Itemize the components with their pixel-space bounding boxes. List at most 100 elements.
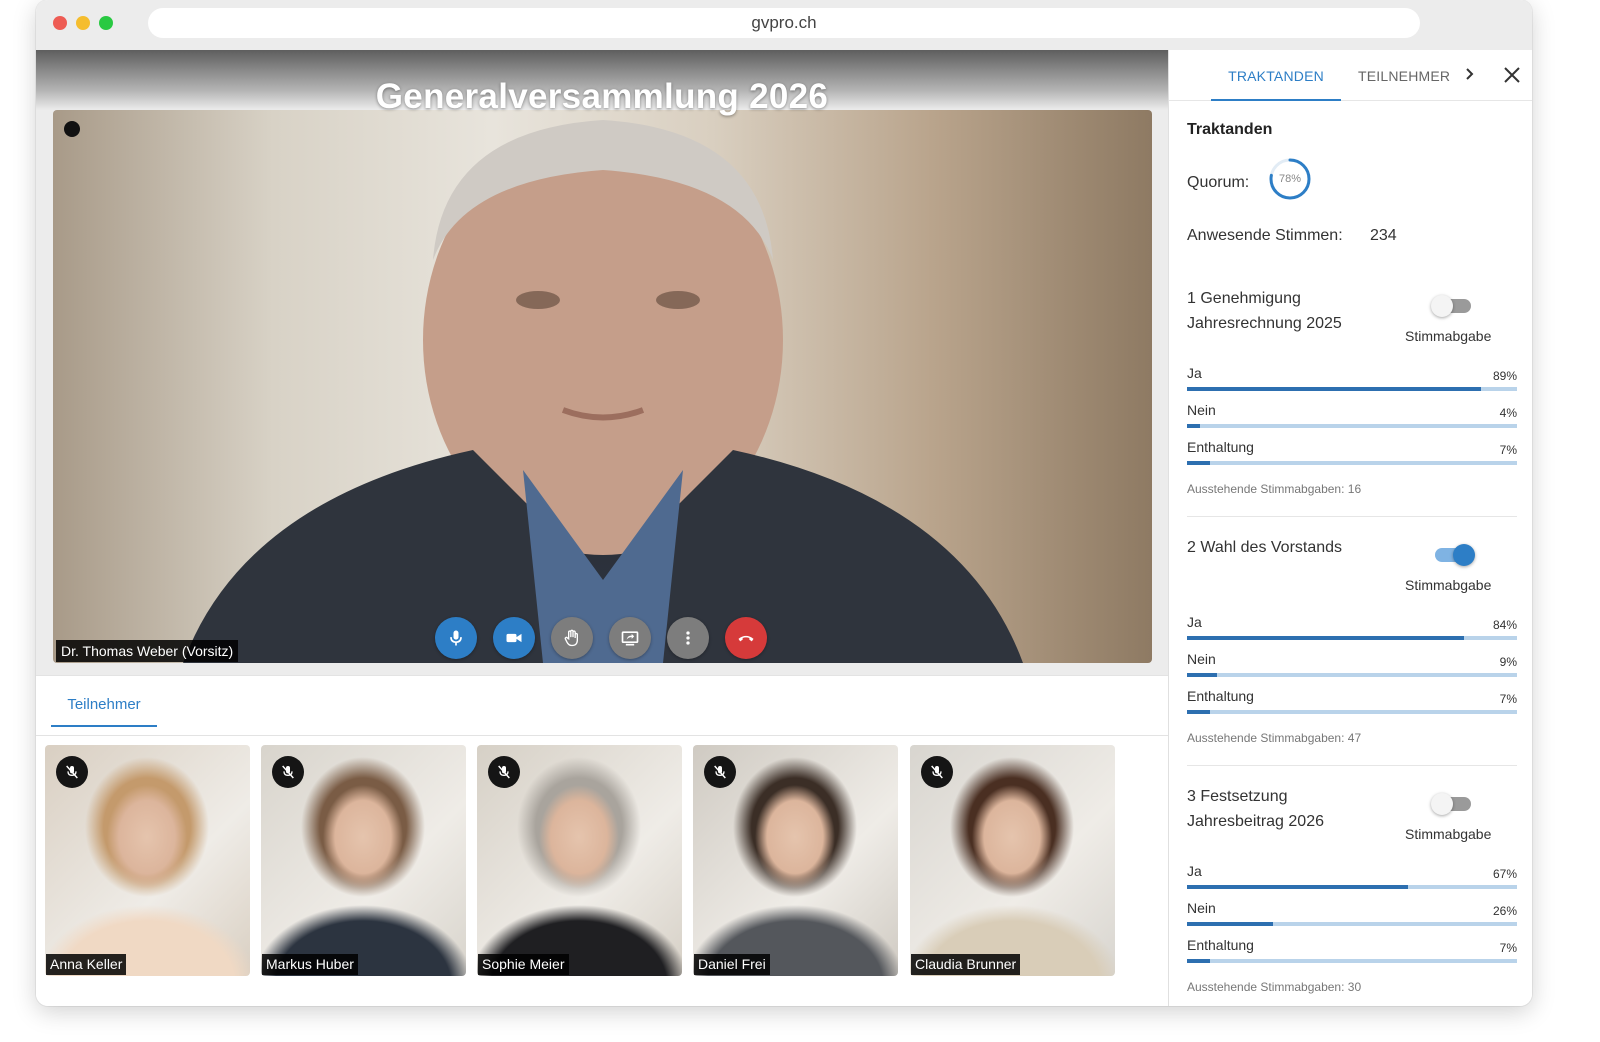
close-window-button[interactable] [53, 16, 67, 30]
hand-icon [564, 629, 578, 647]
meeting-area: Generalversammlung 2026 Dr. Thomas Weber… [36, 50, 1168, 1006]
vote-result-bar [1187, 959, 1517, 963]
vote-option-label: Enthaltung [1187, 688, 1254, 704]
vote-option: Enthaltung 7% [1187, 688, 1517, 718]
raise-hand-button[interactable] [551, 617, 593, 659]
more-options-button[interactable] [667, 617, 709, 659]
vote-result-fill [1187, 922, 1273, 926]
agenda-item-title: 1 Genehmigung Jahresrechnung 2025 [1187, 290, 1342, 332]
participant-name: Sophie Meier [478, 954, 569, 975]
meeting-title: Generalversammlung 2026 [375, 77, 829, 116]
muted-indicator [921, 756, 953, 788]
vote-option-percent: 26% [1492, 904, 1517, 918]
pending-votes: Ausstehende Stimmabgaben: 30 [1187, 980, 1362, 994]
vote-option: Enthaltung 7% [1187, 439, 1517, 469]
pending-votes: Ausstehende Stimmabgaben: 16 [1187, 482, 1362, 496]
phone-hangup-icon [738, 635, 754, 642]
minimize-window-button[interactable] [76, 16, 90, 30]
agenda-divider [1187, 516, 1517, 517]
participant-tile[interactable]: Claudia Brunner [910, 745, 1115, 976]
agenda-panel: TRAKTANDEN TEILNEHMER Traktanden Quorum:… [1168, 50, 1532, 1006]
voting-toggle[interactable] [1431, 793, 1471, 815]
votes-value: 234 [1370, 227, 1397, 244]
vote-result-bar [1187, 885, 1517, 889]
maximize-window-button[interactable] [99, 16, 113, 30]
vote-result-fill [1187, 461, 1211, 465]
tab-traktanden[interactable]: TRAKTANDEN [1211, 68, 1341, 101]
vote-option: Ja 84% [1187, 614, 1517, 644]
vote-result-bar [1187, 461, 1517, 465]
agenda-divider [1187, 765, 1517, 766]
vote-option-percent: 89% [1492, 369, 1517, 383]
participant-tile[interactable]: Markus Huber [261, 745, 466, 976]
muted-indicator [704, 756, 736, 788]
vote-option-percent: 9% [1499, 655, 1517, 669]
participant-tile[interactable]: Sophie Meier [477, 745, 682, 976]
share-screen-button[interactable] [609, 617, 651, 659]
vote-option: Nein 26% [1187, 900, 1517, 930]
vote-option-label: Ja [1187, 614, 1202, 630]
vote-option-percent: 7% [1499, 443, 1517, 457]
speaker-silhouette [183, 120, 1023, 663]
video-camera-icon [506, 633, 522, 643]
tab-teilnehmer[interactable]: TEILNEHMER [1358, 68, 1450, 84]
voting-toggle[interactable] [1435, 544, 1475, 566]
vote-option-label: Nein [1187, 651, 1216, 667]
vote-result-bar [1187, 710, 1517, 714]
vote-option-percent: 84% [1492, 618, 1517, 632]
vote-option-percent: 4% [1499, 406, 1517, 420]
share-screen-icon [621, 631, 639, 646]
vote-option: Nein 4% [1187, 402, 1517, 432]
voting-toggle-label: Stimmabgabe [1405, 328, 1492, 344]
microphone-button[interactable] [435, 617, 477, 659]
voting-toggle[interactable] [1431, 295, 1471, 317]
quorum-label: Quorum: [1187, 174, 1250, 191]
participant-name: Anna Keller [46, 954, 127, 975]
main-speaker-video [53, 110, 1152, 663]
video-stage: Generalversammlung 2026 Dr. Thomas Weber… [36, 50, 1168, 676]
participant-tile[interactable]: Daniel Frei [693, 745, 898, 976]
panel-tabs: TRAKTANDEN TEILNEHMER [1169, 50, 1532, 101]
address-bar[interactable]: gvpro.ch [148, 8, 1420, 38]
chevron-right-icon[interactable] [1463, 65, 1477, 83]
browser-titlebar: gvpro.ch [36, 0, 1532, 50]
agenda-item-title: 2 Wahl des Vorstands [1187, 539, 1343, 556]
vote-option: Ja 89% [1187, 365, 1517, 395]
vote-option-label: Enthaltung [1187, 937, 1254, 953]
close-icon[interactable] [1503, 66, 1521, 84]
vote-option-percent: 7% [1499, 941, 1517, 955]
toggle-knob [1431, 295, 1453, 317]
participant-tile[interactable]: Anna Keller [45, 745, 250, 976]
microphone-icon [450, 630, 462, 646]
microphone-off-icon [931, 765, 943, 779]
toggle-knob [1431, 793, 1453, 815]
microphone-off-icon [498, 765, 510, 779]
vote-result-bar [1187, 636, 1517, 640]
toggle-knob [1453, 544, 1475, 566]
vote-option-percent: 7% [1499, 692, 1517, 706]
vote-option-label: Ja [1187, 365, 1202, 381]
voting-toggle-label: Stimmabgabe [1405, 826, 1492, 842]
vote-result-bar [1187, 424, 1517, 428]
microphone-off-icon [282, 765, 294, 779]
vote-result-fill [1187, 885, 1409, 889]
vote-option-label: Ja [1187, 863, 1202, 879]
tab-participants[interactable]: Teilnehmer [51, 696, 157, 727]
vote-option: Ja 67% [1187, 863, 1517, 893]
pending-votes: Ausstehende Stimmabgaben: 47 [1187, 731, 1362, 745]
vote-option-label: Enthaltung [1187, 439, 1254, 455]
vote-result-fill [1187, 710, 1211, 714]
vote-result-fill [1187, 424, 1201, 428]
vote-result-fill [1187, 387, 1481, 391]
hang-up-button[interactable] [725, 617, 767, 659]
quorum-ring: 78% [1268, 157, 1312, 201]
vote-result-bar [1187, 673, 1517, 677]
vote-result-bar [1187, 387, 1517, 391]
panel-title: Traktanden [1187, 121, 1273, 138]
quorum-value: 78% [1278, 173, 1302, 185]
call-controls [435, 617, 767, 659]
vote-result-fill [1187, 636, 1465, 640]
more-vertical-icon [686, 631, 690, 645]
camera-button[interactable] [493, 617, 535, 659]
muted-indicator [56, 756, 88, 788]
